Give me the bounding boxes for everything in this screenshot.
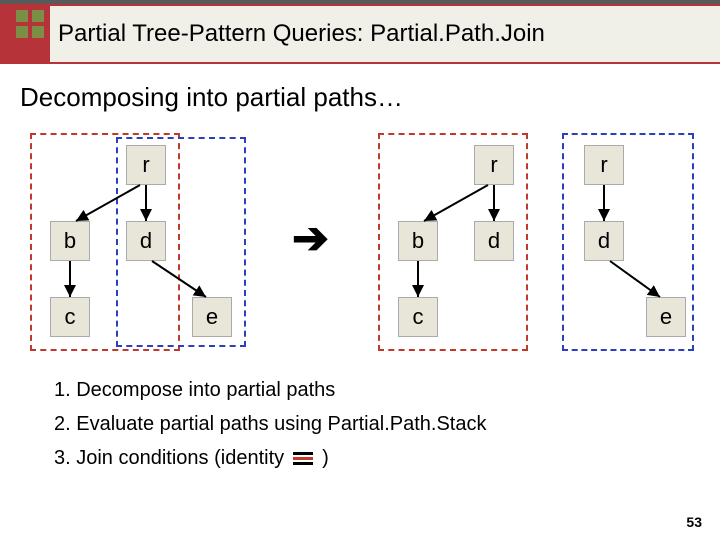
- node-d-left: d: [126, 221, 166, 261]
- node-r-left: r: [126, 145, 166, 185]
- node-e-blue: e: [646, 297, 686, 337]
- node-b-red: b: [398, 221, 438, 261]
- title-bar: Partial Tree-Pattern Queries: Partial.Pa…: [0, 0, 720, 64]
- node-e-left: e: [192, 297, 232, 337]
- node-d-blue: d: [584, 221, 624, 261]
- step-3: 3. Join conditions (identity ): [54, 441, 720, 475]
- step-2: 2. Evaluate partial paths using Partial.…: [54, 407, 720, 441]
- node-r-red: r: [474, 145, 514, 185]
- identity-icon: [293, 452, 313, 465]
- step-1: 1. Decompose into partial paths: [54, 373, 720, 407]
- node-c-left: c: [50, 297, 90, 337]
- page-number: 53: [686, 514, 702, 530]
- arrow-icon: ➔: [292, 213, 329, 264]
- diagram-stage: r b d c e ➔ r b d c r d e: [20, 131, 700, 361]
- slide-subtitle: Decomposing into partial paths…: [20, 82, 720, 113]
- step-3-text-b: ): [322, 441, 329, 475]
- node-r-blue: r: [584, 145, 624, 185]
- node-c-red: c: [398, 297, 438, 337]
- step-3-text-a: 3. Join conditions (identity: [54, 441, 284, 475]
- node-b-left: b: [50, 221, 90, 261]
- node-d-red: d: [474, 221, 514, 261]
- steps-list: 1. Decompose into partial paths 2. Evalu…: [54, 373, 720, 475]
- slide-title: Partial Tree-Pattern Queries: Partial.Pa…: [50, 6, 720, 62]
